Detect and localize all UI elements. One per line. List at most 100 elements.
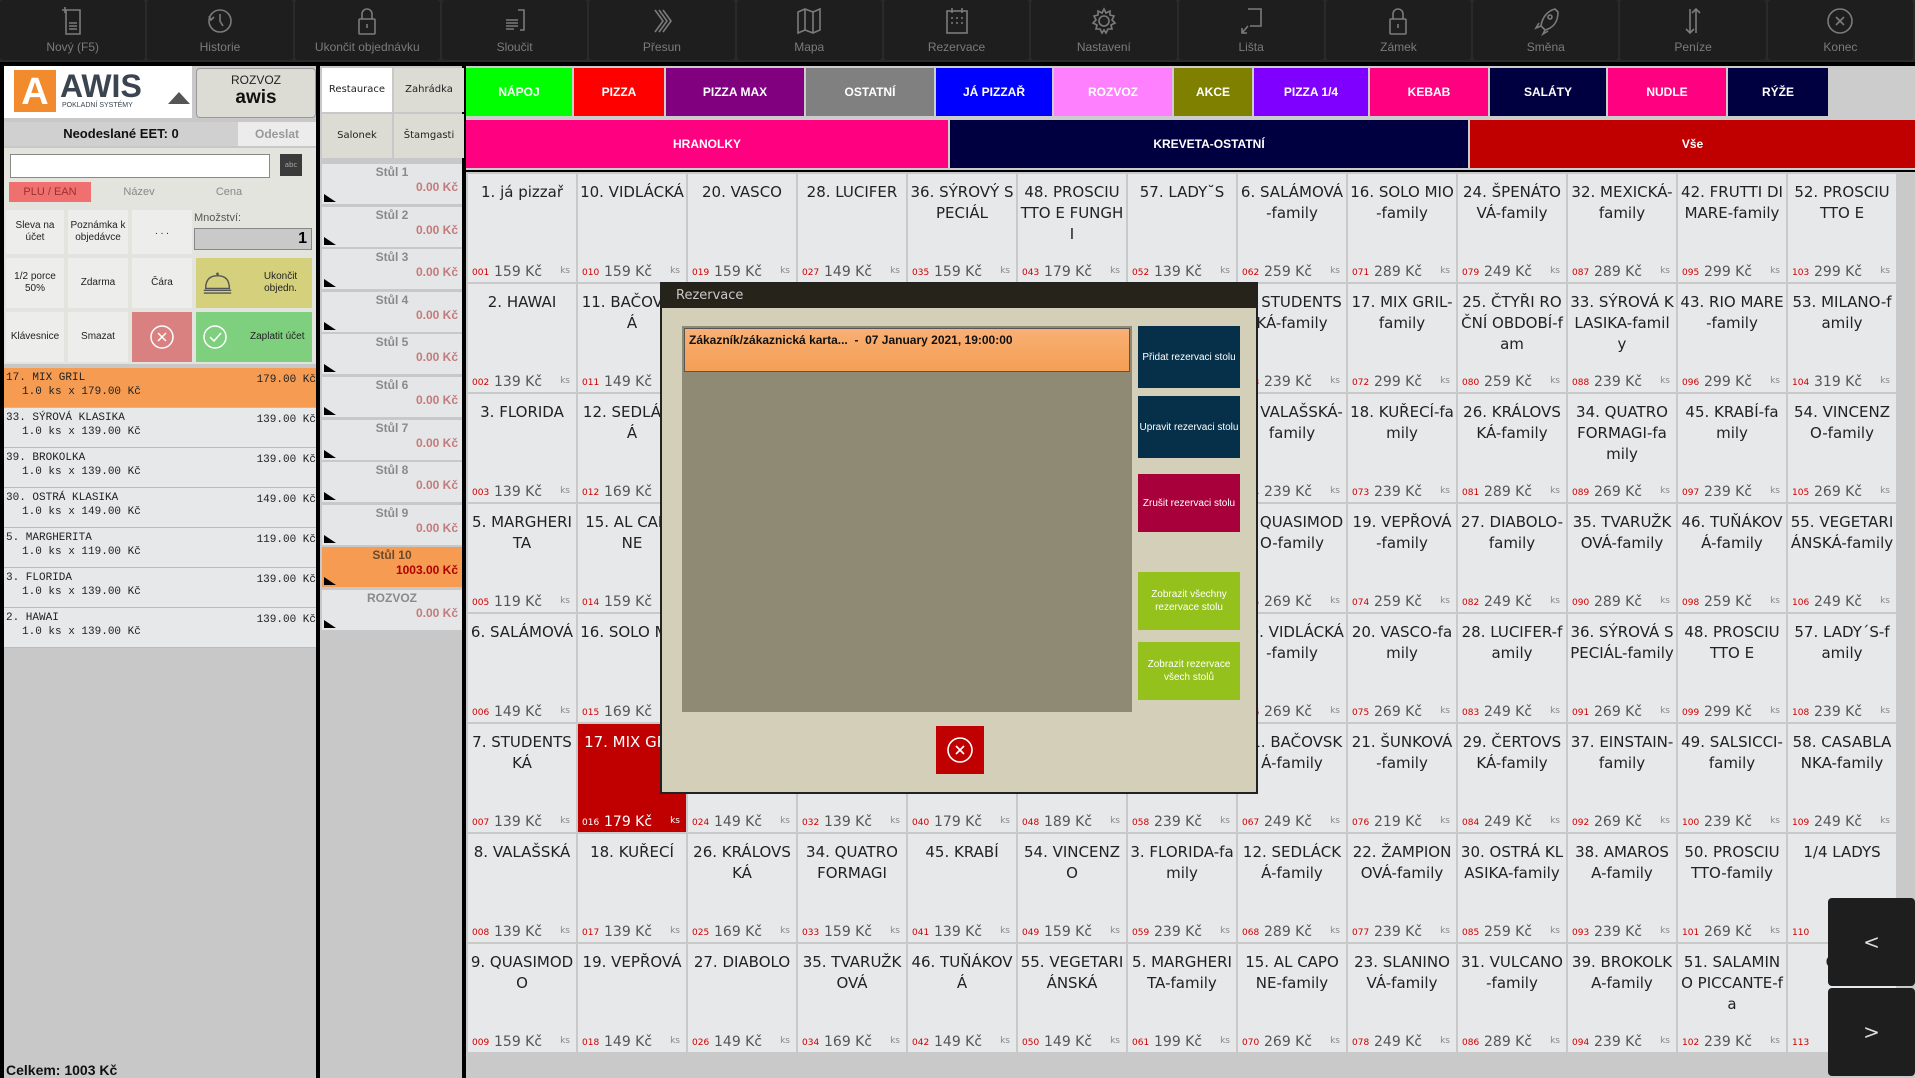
product-tile[interactable]: 1. já pizzař 001 159 Kč ks [468, 174, 576, 282]
product-tile[interactable]: 23. SLANINOVÁ-family 078 249 Kč ks [1348, 944, 1456, 1052]
product-tile[interactable]: 45. KRABÍ 041 139 Kč ks [908, 834, 1016, 942]
user-mode-button[interactable]: ROZVOZ awis [196, 68, 316, 118]
table-button[interactable]: Stůl 5 0.00 Kč [322, 334, 462, 375]
product-tile[interactable]: 48. PROSCIUTTO E FUNGHI 043 179 Kč ks [1018, 174, 1126, 282]
order-item[interactable]: 3. FLORIDA 1.0 ks x 139.00 Kč 139.00 Kč [4, 568, 316, 608]
product-tile[interactable]: 5. MARGHERITA 005 119 Kč ks [468, 504, 576, 612]
page-next-button[interactable]: > [1828, 988, 1915, 1076]
delete-button[interactable]: Smazat [68, 312, 128, 362]
product-tile[interactable]: 49. SALSICCI-family 100 239 Kč ks [1678, 724, 1786, 832]
product-tile[interactable]: 26. KRÁLOVSKÁ-family 081 289 Kč ks [1458, 394, 1566, 502]
table-button[interactable]: ROZVOZ 0.00 Kč [322, 590, 462, 630]
product-tile[interactable]: 19. VEPŘOVÁ 018 149 Kč ks [578, 944, 686, 1052]
product-tile[interactable]: 18. KUŘECÍ 017 139 Kč ks [578, 834, 686, 942]
category-tab[interactable]: PIZZA 1/4 [1254, 68, 1368, 116]
product-tile[interactable]: 30. OSTRÁ KLASIKA-family 085 259 Kč ks [1458, 834, 1566, 942]
product-tile[interactable]: 55. VEGETARIÁNSKÁ-family 106 249 Kč ks [1788, 504, 1896, 612]
add-reservation-button[interactable]: Přidat rezervaci stolu [1138, 326, 1240, 388]
collapse-triangle-icon[interactable] [168, 92, 190, 104]
product-tile[interactable]: 6. SALÁMOVÁ-family 062 259 Kč ks [1238, 174, 1346, 282]
product-tile[interactable]: 8. VALAŠSKÁ 008 139 Kč ks [468, 834, 576, 942]
product-tile[interactable]: 21. ŠUNKOVÁ-family 076 219 Kč ks [1348, 724, 1456, 832]
product-tile[interactable]: 48. PROSCIUTTO E 099 299 Kč ks [1678, 614, 1786, 722]
category-tab[interactable]: RÝŽE [1728, 68, 1828, 116]
product-tile[interactable]: 29. ČERTOVSKÁ-family 084 249 Kč ks [1458, 724, 1566, 832]
quantity-field[interactable]: 1 [194, 228, 312, 250]
mode-plu-ean[interactable]: PLU / EAN [9, 182, 91, 202]
room-tab[interactable]: Salonek [322, 114, 392, 158]
toolbar-button-0[interactable]: Nový (F5) [0, 0, 146, 60]
product-tile[interactable]: 5. MARGHERITA-family 061 199 Kč ks [1128, 944, 1236, 1052]
product-tile[interactable]: 7. STUDENTSKÁ 007 139 Kč ks [468, 724, 576, 832]
product-tile[interactable]: 54. VINCENZO-family 105 269 Kč ks [1788, 394, 1896, 502]
product-tile[interactable]: 27. DIABOLO 026 149 Kč ks [688, 944, 796, 1052]
product-tile[interactable]: 51. SALAMINO PICCANTE-fa 102 239 Kč ks [1678, 944, 1786, 1052]
product-tile[interactable]: 35. TVARUŽKOVÁ-family 090 289 Kč ks [1568, 504, 1676, 612]
eet-send-button[interactable]: Odeslat [238, 122, 316, 146]
order-item[interactable]: 30. OSTRÁ KLASIKA 1.0 ks x 149.00 Kč 149… [4, 488, 316, 528]
product-tile[interactable]: 12. SEDLÁCKÁ-family 068 289 Kč ks [1238, 834, 1346, 942]
finish-order-button[interactable]: Ukončit objedn. [196, 258, 312, 308]
product-tile[interactable]: 45. KRABÍ-family 097 239 Kč ks [1678, 394, 1786, 502]
line-button[interactable]: Čára [132, 258, 192, 308]
category-tab[interactable]: NÁPOJ [466, 68, 572, 116]
category-tab[interactable]: KREVETA-OSTATNÍ [950, 120, 1468, 168]
cancel-reservation-button[interactable]: Zrušit rezervaci stolu [1138, 474, 1240, 532]
product-tile[interactable]: 42. FRUTTI DI MARE-family 095 299 Kč ks [1678, 174, 1786, 282]
toolbar-button-5[interactable]: Mapa [736, 0, 882, 60]
discount-button[interactable]: Sleva na účet [6, 210, 64, 254]
close-dialog-button[interactable] [936, 726, 984, 774]
table-button[interactable]: Stůl 4 0.00 Kč [322, 291, 462, 332]
product-tile[interactable]: 2. HAWAI 002 139 Kč ks [468, 284, 576, 392]
more-button[interactable]: . . . [132, 210, 192, 254]
product-tile[interactable]: 54. VINCENZO 049 159 Kč ks [1018, 834, 1126, 942]
product-tile[interactable]: 31. VULCANO-family 086 289 Kč ks [1458, 944, 1566, 1052]
plu-search-input[interactable] [10, 154, 270, 178]
product-tile[interactable]: 16. SOLO MIO-family 071 289 Kč ks [1348, 174, 1456, 282]
product-tile[interactable]: 22. ŽAMPIONOVÁ-family 077 239 Kč ks [1348, 834, 1456, 942]
page-prev-button[interactable]: < [1828, 898, 1915, 986]
category-tab[interactable]: ROZVOZ [1054, 68, 1172, 116]
product-tile[interactable]: 3. FLORIDA-family 059 239 Kč ks [1128, 834, 1236, 942]
keyboard-button[interactable]: Klávesnice [6, 312, 64, 362]
product-tile[interactable]: 17. MIX GRIL-family 072 299 Kč ks [1348, 284, 1456, 392]
product-tile[interactable]: 18. KUŘECÍ-family 073 239 Kč ks [1348, 394, 1456, 502]
category-tab[interactable]: PIZZA MAX [666, 68, 804, 116]
toolbar-button-3[interactable]: Sloučit [441, 0, 588, 60]
product-tile[interactable]: 36. SÝROVÁ SPECIÁL-family 091 269 Kč ks [1568, 614, 1676, 722]
toolbar-button-10[interactable]: Směna [1473, 0, 1619, 60]
toolbar-button-4[interactable]: Přesun [589, 0, 735, 60]
product-tile[interactable]: 39. BROKOLKA-family 094 239 Kč ks [1568, 944, 1676, 1052]
product-tile[interactable]: 35. TVARUŽKOVÁ 034 169 Kč ks [798, 944, 906, 1052]
mode-name[interactable]: Název [99, 182, 179, 202]
product-tile[interactable]: 57. LADY´S-family 108 239 Kč ks [1788, 614, 1896, 722]
product-tile[interactable]: 43. RIO MARE-family 096 299 Kč ks [1678, 284, 1786, 392]
product-tile[interactable]: 53. MILANO-family 104 319 Kč ks [1788, 284, 1896, 392]
reservation-item[interactable]: Zákazník/zákaznická karta... - 07 Januar… [684, 328, 1130, 372]
show-all-reservations-button[interactable]: Zobrazit rezervace všech stolů [1138, 642, 1240, 700]
order-item[interactable]: 39. BROKOLKA 1.0 ks x 139.00 Kč 139.00 K… [4, 448, 316, 488]
keyboard-toggle-button[interactable]: abc [280, 154, 302, 176]
product-tile[interactable]: 36. SÝROVÝ SPECIÁL 035 159 Kč ks [908, 174, 1016, 282]
table-button[interactable]: Stůl 6 0.00 Kč [322, 377, 462, 417]
table-button[interactable]: Stůl 3 0.00 Kč [322, 249, 462, 290]
cancel-item-button[interactable] [132, 312, 192, 362]
table-button[interactable]: Stůl 8 0.00 Kč [322, 462, 462, 503]
product-tile[interactable]: 25. ČTYŘI ROČNÍ OBDOBÍ-fam 080 259 Kč ks [1458, 284, 1566, 392]
order-note-button[interactable]: Poznámka k objedávce [68, 210, 128, 254]
product-tile[interactable]: 37. EINSTAIN-family 092 269 Kč ks [1568, 724, 1676, 832]
product-tile[interactable]: 27. DIABOLO-family 082 249 Kč ks [1458, 504, 1566, 612]
category-tab[interactable]: PIZZA [574, 68, 664, 116]
product-tile[interactable]: 28. LUCIFER 027 149 Kč ks [798, 174, 906, 282]
product-tile[interactable]: 55. VEGETARIÁNSKÁ 050 149 Kč ks [1018, 944, 1126, 1052]
product-tile[interactable]: 6. SALÁMOVÁ 006 149 Kč ks [468, 614, 576, 722]
category-tab[interactable]: HRANOLKY [466, 120, 948, 168]
category-tab[interactable]: AKCE [1174, 68, 1252, 116]
toolbar-button-7[interactable]: Nastavení [1031, 0, 1177, 60]
free-button[interactable]: Zdarma [68, 258, 128, 308]
product-tile[interactable]: 20. VASCO-family 075 269 Kč ks [1348, 614, 1456, 722]
toolbar-button-11[interactable]: Peníze [1620, 0, 1766, 60]
product-tile[interactable]: 50. PROSCIUTTO-family 101 269 Kč ks [1678, 834, 1786, 942]
toolbar-button-1[interactable]: Historie [147, 0, 293, 60]
toolbar-button-6[interactable]: Rezervace [883, 0, 1030, 60]
